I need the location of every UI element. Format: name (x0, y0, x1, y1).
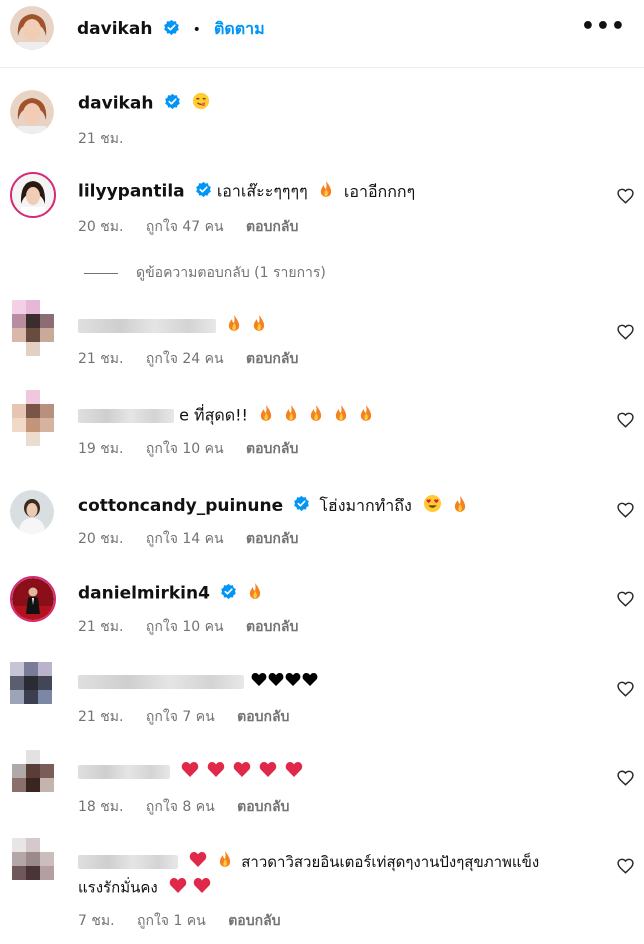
verified-badge-icon (220, 583, 237, 606)
comment-time: 21 ชม. (78, 709, 124, 725)
verified-badge-icon (164, 93, 181, 116)
commenter-avatar[interactable] (10, 388, 56, 450)
author-username[interactable]: davikah (77, 19, 152, 39)
verified-badge-icon (293, 495, 310, 518)
fire-emoji-icon (218, 850, 232, 874)
reply-button[interactable]: ตอบกลับ (246, 219, 298, 235)
like-heart-icon[interactable] (617, 502, 634, 522)
comment-item: e ที่สุดด!! 19 ชม. ถูกใจ 10 คน ตอบกลับ (0, 386, 644, 461)
comment-likes[interactable]: ถูกใจ 10 คน (146, 441, 224, 457)
fire-emoji-icon (319, 180, 333, 204)
like-heart-icon[interactable] (617, 324, 634, 344)
comment-text: e ที่สุดด!! (179, 405, 248, 425)
commenter-avatar[interactable] (10, 836, 56, 896)
comment-likes[interactable]: ถูกใจ 14 คน (146, 531, 224, 547)
like-heart-icon[interactable] (617, 770, 634, 790)
comment-text-2: แรงรักมั่นคง (78, 878, 158, 897)
view-replies-label: ดูข้อความตอบกลับ (1 รายการ) (136, 265, 326, 281)
fire-emoji-icon (284, 404, 298, 428)
caption-username[interactable]: davikah (78, 94, 153, 114)
fire-emoji-icon (453, 495, 467, 519)
comment-likes[interactable]: ถูกใจ 47 คน (146, 219, 224, 235)
follow-button[interactable]: ติดตาม (214, 19, 265, 38)
red-heart-emoji-icon (189, 850, 207, 874)
comment-likes[interactable]: ถูกใจ 1 คน (137, 913, 206, 929)
reply-button[interactable]: ตอบกลับ (237, 709, 289, 725)
fire-emoji-icon (248, 582, 262, 606)
comment-time: 19 ชม. (78, 441, 124, 457)
heart-eyes-emoji-icon (423, 494, 442, 519)
separator-dot: • (192, 22, 201, 38)
author-avatar[interactable] (10, 6, 54, 50)
comment-item: danielmirkin4 21 ชม. ถูกใจ 10 คน ตอบกลับ (0, 574, 644, 649)
caption-avatar[interactable] (10, 90, 54, 134)
like-heart-icon[interactable] (617, 681, 634, 701)
red-heart-emoji-icon (181, 760, 305, 784)
yum-emoji-icon (192, 92, 210, 116)
commenter-avatar[interactable] (10, 490, 54, 534)
reply-button[interactable]: ตอบกลับ (237, 799, 289, 815)
commenter-avatar[interactable] (10, 576, 56, 622)
fire-emoji-icon (252, 314, 266, 338)
fire-emoji-icon (259, 404, 273, 428)
blurred-username (78, 855, 178, 869)
commenter-avatar[interactable] (10, 298, 56, 360)
comment-text: โฮ่งมากทำถึง (319, 496, 412, 515)
comment-item: 21 ชม. ถูกใจ 24 คน ตอบกลับ (0, 296, 644, 371)
commenter-avatar[interactable] (10, 172, 56, 218)
verified-badge-icon (195, 181, 212, 204)
blurred-username (78, 765, 170, 779)
comment-item: lilyypantila เอาเส๊ะะๆๆๆๆ เอาอีกกกๆ 20 ช… (0, 168, 644, 243)
comment-likes[interactable]: ถูกใจ 7 คน (146, 709, 215, 725)
view-replies-line (84, 272, 118, 274)
reply-button[interactable]: ตอบกลับ (228, 913, 280, 929)
verified-badge-icon (163, 19, 180, 40)
caption-time: 21 ชม. (78, 131, 124, 147)
comment-text-2: เอาอีกกกๆ (343, 181, 416, 201)
blurred-username (78, 319, 216, 333)
like-heart-icon[interactable] (617, 188, 634, 208)
commenter-username[interactable]: cottoncandy_puinune (78, 496, 283, 516)
comment-time: 21 ชม. (78, 351, 124, 367)
commenter-username[interactable]: lilyypantila (78, 182, 185, 202)
more-options-icon[interactable]: ••• (581, 14, 626, 39)
blurred-username (78, 674, 244, 689)
comment-text: สาวดาวิสวยอินเตอร์เท่สุดๆงานปังๆสุขภาพแข… (241, 852, 540, 871)
view-replies-button[interactable]: ดูข้อความตอบกลับ (1 รายการ) (84, 262, 326, 284)
fire-emoji-icon (309, 404, 323, 428)
comment-time: 20 ชม. (78, 219, 124, 235)
reply-button[interactable]: ตอบกลับ (246, 351, 298, 367)
comment-text: เอาเส๊ะะๆๆๆๆ (216, 181, 308, 201)
red-heart-emoji-icon (169, 876, 213, 900)
reply-button[interactable]: ตอบกลับ (246, 441, 298, 457)
caption: davikah 21 ชม. (0, 80, 644, 150)
comment-likes[interactable]: ถูกใจ 24 คน (146, 351, 224, 367)
comment-time: 7 ชม. (78, 913, 115, 929)
black-heart-emoji-icon (251, 671, 319, 693)
comment-time: 21 ชม. (78, 619, 124, 635)
fire-emoji-icon (227, 314, 241, 338)
fire-emoji-icon (359, 404, 373, 428)
comment-time: 20 ชม. (78, 531, 124, 547)
post-header: davikah • ติดตาม ••• (0, 0, 644, 68)
comment-time: 18 ชม. (78, 799, 124, 815)
comment-likes[interactable]: ถูกใจ 8 คน (146, 799, 215, 815)
fire-emoji-icon (334, 404, 348, 428)
blurred-username (78, 409, 174, 423)
comment-likes[interactable]: ถูกใจ 10 คน (146, 619, 224, 635)
comment-item: สาวดาวิสวยอินเตอร์เท่สุดๆงานปังๆสุขภาพแข… (0, 834, 644, 944)
like-heart-icon[interactable] (617, 858, 634, 878)
comment-item: cottoncandy_puinune โฮ่งมากทำถึง 20 ชม. … (0, 484, 644, 559)
reply-button[interactable]: ตอบกลับ (246, 531, 298, 547)
comment-item: 18 ชม. ถูกใจ 8 คน ตอบกลับ (0, 746, 644, 821)
like-heart-icon[interactable] (617, 412, 634, 432)
commenter-avatar[interactable] (10, 748, 56, 806)
commenter-username[interactable]: danielmirkin4 (78, 584, 210, 604)
commenter-avatar[interactable] (8, 658, 56, 720)
comment-item: 21 ชม. ถูกใจ 7 คน ตอบกลับ (0, 656, 644, 731)
like-heart-icon[interactable] (617, 591, 634, 611)
reply-button[interactable]: ตอบกลับ (246, 619, 298, 635)
